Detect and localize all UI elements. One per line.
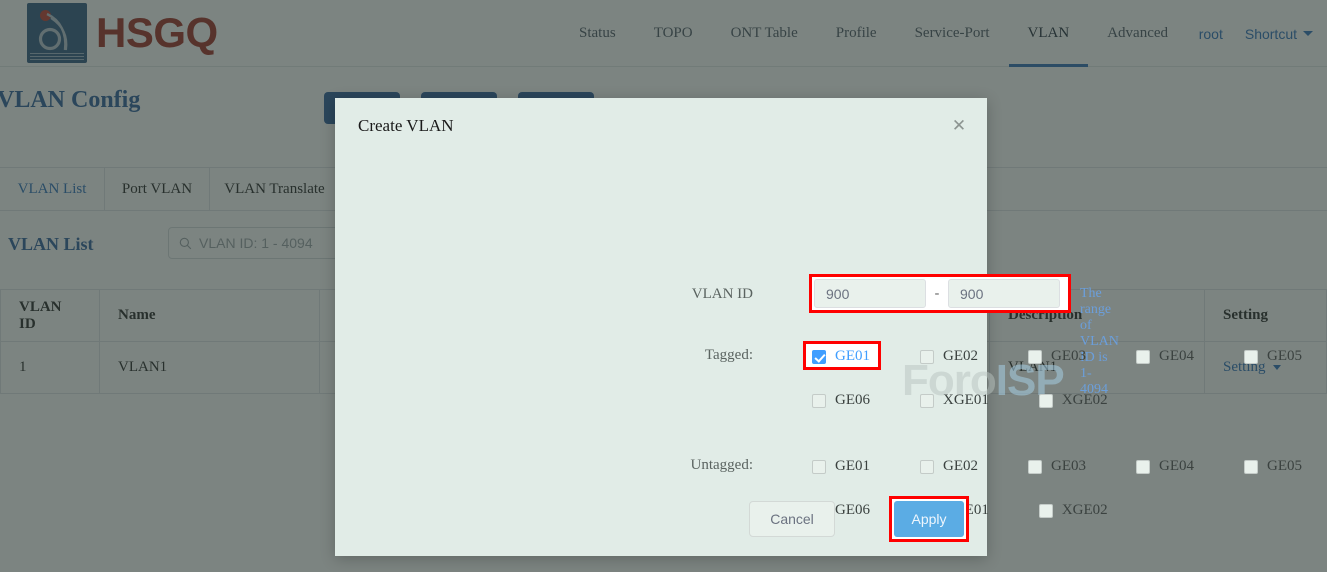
untagged-checkbox-ge05[interactable]: GE05: [1244, 458, 1302, 475]
checkbox-icon[interactable]: [1136, 459, 1150, 474]
checkbox-icon[interactable]: [1038, 503, 1053, 518]
checkbox-label: GE01: [835, 348, 870, 364]
checkbox-icon[interactable]: [920, 459, 934, 474]
checkbox-icon[interactable]: [1244, 459, 1258, 474]
untagged-checkbox-ge02[interactable]: GE02: [920, 458, 978, 475]
untagged-ports-row-1: GE01 GE02 GE03 GE04 GE05: [812, 458, 1302, 475]
dialog-footer: Cancel Apply: [335, 486, 987, 556]
untagged-checkbox-xge02[interactable]: XGE02: [1038, 502, 1108, 519]
checkbox-label: GE06: [835, 392, 870, 408]
checkbox-icon[interactable]: [1244, 349, 1258, 364]
checkbox-label: GE03: [1051, 458, 1086, 474]
checkbox-icon[interactable]: [920, 349, 934, 364]
tagged-checkbox-ge01[interactable]: GE01: [812, 348, 870, 365]
tagged-checkbox-xge02[interactable]: XGE02: [1038, 392, 1108, 409]
checkbox-icon[interactable]: [920, 393, 934, 408]
vlan-id-start-input[interactable]: 900: [814, 279, 926, 308]
tagged-checkbox-xge01[interactable]: XGE01: [920, 392, 989, 409]
tagged-checkbox-ge02[interactable]: GE02: [920, 348, 978, 365]
create-vlan-dialog: Create VLAN ✕ VLAN ID 900 - 900 The rang…: [335, 98, 1302, 556]
tagged-label: Tagged:: [704, 347, 753, 363]
untagged-checkbox-ge01[interactable]: GE01: [812, 458, 870, 475]
cancel-button[interactable]: Cancel: [749, 501, 835, 537]
vlan-id-separator: -: [934, 285, 940, 301]
checkbox-icon[interactable]: [812, 393, 826, 408]
tagged-checkbox-ge06[interactable]: GE06: [812, 392, 870, 409]
checkbox-icon[interactable]: [1028, 459, 1042, 474]
checkbox-label: GE02: [943, 458, 978, 474]
checkbox-label: GE03: [1051, 348, 1086, 364]
checkbox-icon[interactable]: [1038, 393, 1053, 408]
checkbox-label: GE01: [835, 458, 870, 474]
checkbox-icon[interactable]: [1136, 349, 1150, 364]
close-icon[interactable]: ✕: [950, 117, 968, 135]
untagged-label: Untagged:: [690, 457, 753, 473]
tagged-ports-row-2: GE06 XGE01 XGE02: [812, 392, 1108, 409]
vlan-id-range-hint: The range of VLAN ID is 1-4094: [1080, 286, 1119, 397]
checkbox-icon[interactable]: [1028, 349, 1042, 364]
checkbox-label: XGE02: [1061, 502, 1108, 518]
checkbox-label: GE04: [1159, 348, 1194, 364]
vlan-id-label: VLAN ID: [691, 286, 753, 302]
checkbox-label: XGE02: [1061, 392, 1108, 408]
untagged-checkbox-ge04[interactable]: GE04: [1136, 458, 1194, 475]
vlan-id-range-group: 900 - 900: [814, 279, 1060, 308]
checkbox-label: GE04: [1159, 458, 1194, 474]
checkbox-icon[interactable]: [812, 349, 826, 364]
checkbox-icon[interactable]: [812, 459, 826, 474]
apply-button[interactable]: Apply: [894, 501, 964, 537]
checkbox-label: GE02: [943, 348, 978, 364]
checkbox-label: GE05: [1267, 458, 1302, 474]
tagged-checkbox-ge03[interactable]: GE03: [1028, 348, 1086, 365]
screen: HSGQ Status TOPO ONT Table Profile Servi…: [0, 0, 1327, 572]
tagged-checkbox-ge05[interactable]: GE05: [1244, 348, 1302, 365]
vlan-id-end-input[interactable]: 900: [948, 279, 1060, 308]
tagged-checkbox-ge04[interactable]: GE04: [1136, 348, 1194, 365]
tagged-ports-row-1: GE01 GE02 GE03 GE04 GE05: [812, 348, 1302, 365]
untagged-checkbox-ge03[interactable]: GE03: [1028, 458, 1086, 475]
checkbox-label: GE05: [1267, 348, 1302, 364]
dialog-title: Create VLAN: [358, 116, 454, 135]
checkbox-label: XGE01: [943, 392, 989, 408]
